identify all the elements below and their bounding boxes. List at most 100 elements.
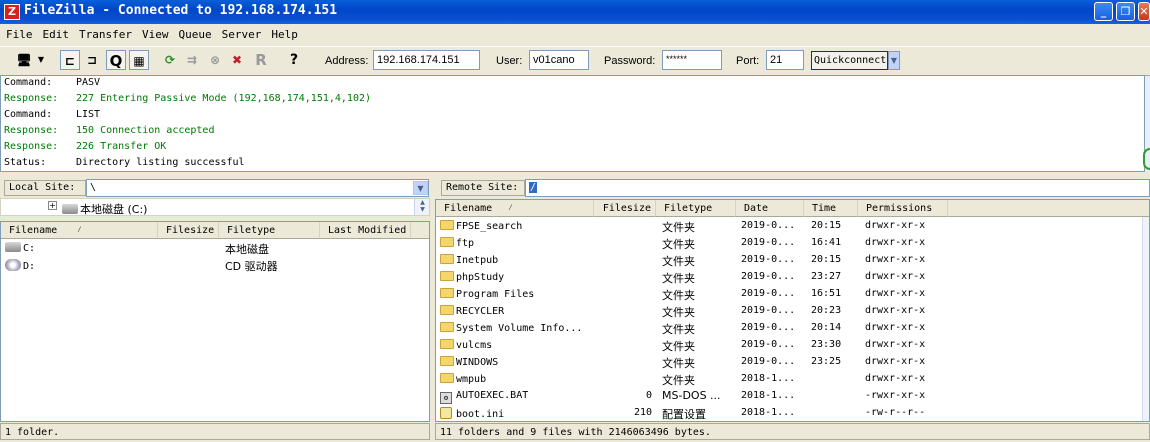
- process-queue-icon[interactable]: ⇉: [182, 50, 202, 70]
- restore-button[interactable]: ❐: [1116, 2, 1135, 21]
- reconnect-icon[interactable]: R: [251, 50, 271, 70]
- remote-col-permissions[interactable]: Permissions: [858, 200, 948, 217]
- menu-help[interactable]: Help: [265, 26, 302, 41]
- remote-permissions: drwxr-xr-x: [865, 220, 926, 231]
- remote-file-row[interactable]: Inetpub 文件夹 2019-0... 20:15 drwxr-xr-x: [436, 252, 1149, 269]
- menu-file[interactable]: File: [0, 26, 37, 41]
- user-field[interactable]: v01cano: [529, 50, 589, 70]
- remote-filename: vulcms: [456, 340, 493, 351]
- remote-col-date[interactable]: Date: [736, 200, 804, 217]
- menu-edit[interactable]: Edit: [37, 26, 74, 41]
- remote-filename: FPSE_search: [456, 221, 523, 232]
- local-tree: + 本地磁盘 (C:) ▲ ▼: [0, 198, 430, 216]
- remote-filename-cell: Inetpub: [440, 254, 592, 266]
- local-filetype: CD 驱动器: [225, 260, 278, 273]
- folder-icon: [440, 305, 454, 315]
- toggle-log-icon[interactable]: ⊏: [60, 50, 80, 70]
- remote-date: 2019-0...: [741, 305, 796, 316]
- local-path-dropdown-icon[interactable]: ▼: [413, 181, 428, 195]
- close-button[interactable]: ✕: [1138, 2, 1150, 21]
- remote-date: 2019-0...: [741, 271, 796, 282]
- remote-file-row[interactable]: System Volume Info... 文件夹 2019-0... 20:14 dr…: [436, 320, 1149, 337]
- user-label: User:: [496, 55, 523, 67]
- remote-file-row[interactable]: FPSE_search 文件夹 2019-0... 20:15 drwxr-xr-x: [436, 218, 1149, 235]
- password-field[interactable]: ******: [662, 50, 722, 70]
- log-text: PASV: [76, 77, 101, 88]
- tree-scroll-arrows-icon[interactable]: ▲ ▼: [414, 199, 429, 215]
- local-col-filesize[interactable]: Filesize: [158, 222, 219, 239]
- remote-filesize: 210: [633, 407, 652, 418]
- remote-file-row[interactable]: ⚙ AUTOEXEC.BAT 0 MS-DOS ... 2018-1... -rwxr-x…: [436, 388, 1149, 405]
- log-line: Command: PASV: [4, 77, 100, 88]
- remote-list-scrollbar[interactable]: [1142, 217, 1149, 421]
- remote-file-row[interactable]: Program Files 文件夹 2019-0... 16:51 drwxr-xr-x: [436, 286, 1149, 303]
- log-line: Status: Directory listing successful: [4, 157, 245, 168]
- local-col-filetype[interactable]: Filetype: [219, 222, 320, 239]
- remote-permissions: drwxr-xr-x: [865, 322, 926, 333]
- toggle-list-icon[interactable]: ▦: [129, 50, 149, 70]
- menu-transfer[interactable]: Transfer: [73, 26, 136, 41]
- remote-filename: RECYCLER: [456, 306, 505, 317]
- log-kind: Response:: [4, 141, 59, 152]
- remote-path-input[interactable]: /: [525, 179, 1150, 197]
- remote-filename-cell: phpStudy: [440, 271, 592, 283]
- local-path-input[interactable]: \: [86, 179, 429, 197]
- refresh-icon[interactable]: ⟳: [160, 50, 180, 70]
- local-col-last-modified[interactable]: Last Modified: [320, 222, 411, 239]
- menu-view[interactable]: View: [136, 26, 173, 41]
- remote-file-row[interactable]: WINDOWS 文件夹 2019-0... 23:25 drwxr-xr-x: [436, 354, 1149, 371]
- port-label: Port:: [736, 55, 760, 67]
- remote-filetype: MS-DOS ...: [662, 389, 721, 402]
- log-kind: Command:: [4, 109, 53, 120]
- log-text: Directory listing successful: [76, 157, 245, 168]
- remote-file-row[interactable]: wmpub 文件夹 2018-1... drwxr-xr-x: [436, 371, 1149, 388]
- help-icon[interactable]: ?: [284, 50, 304, 70]
- folder-icon: [440, 271, 454, 281]
- message-log: Command: PASV Response: 227 Entering Passiv…: [0, 75, 1145, 172]
- password-label: Password:: [604, 55, 656, 67]
- remote-filename: Program Files: [456, 289, 535, 300]
- quickconnect-dropdown-icon[interactable]: ▼: [888, 51, 900, 70]
- menu-queue[interactable]: Queue: [172, 26, 215, 41]
- remote-file-row[interactable]: vulcms 文件夹 2019-0... 23:30 drwxr-xr-x: [436, 337, 1149, 354]
- remote-time: 20:23: [811, 305, 842, 316]
- remote-file-row[interactable]: phpStudy 文件夹 2019-0... 23:27 drwxr-xr-x: [436, 269, 1149, 286]
- toggle-tree-icon[interactable]: ⊐: [82, 50, 102, 70]
- remote-col-filler: [948, 200, 1149, 217]
- log-kind: Response:: [4, 125, 59, 136]
- remote-file-row[interactable]: boot.ini 210 配置设置 2018-1... -rw-r--r--: [436, 405, 1149, 421]
- remote-filetype: 文件夹: [662, 374, 695, 387]
- remote-col-filetype[interactable]: Filetype: [656, 200, 736, 217]
- remote-permissions: drwxr-xr-x: [865, 254, 926, 265]
- remote-filename-cell: ftp: [440, 237, 592, 249]
- remote-col-time[interactable]: Time: [804, 200, 858, 217]
- log-line: Response: 226 Transfer OK: [4, 141, 166, 152]
- site-manager-icon[interactable]: 🖥: [14, 50, 34, 70]
- remote-time: 23:30: [811, 339, 842, 350]
- remote-file-row[interactable]: ftp 文件夹 2019-0... 16:41 drwxr-xr-x: [436, 235, 1149, 252]
- disconnect-icon[interactable]: ✖: [227, 50, 247, 70]
- menu-server[interactable]: Server: [216, 26, 266, 41]
- local-file-row[interactable]: C: 本地磁盘: [1, 240, 429, 257]
- remote-col-filesize[interactable]: Filesize: [594, 200, 656, 217]
- remote-filename-cell: boot.ini: [440, 407, 592, 420]
- local-filename-cell: C:: [5, 242, 155, 254]
- cancel-icon[interactable]: ⊗: [205, 50, 225, 70]
- quickconnect-button[interactable]: Quickconnect: [811, 51, 888, 70]
- remote-date: 2018-1...: [741, 390, 796, 401]
- remote-col-filename[interactable]: Filename ⁄: [436, 200, 594, 217]
- port-field[interactable]: 21: [766, 50, 804, 70]
- remote-file-row[interactable]: RECYCLER 文件夹 2019-0... 20:23 drwxr-xr-x: [436, 303, 1149, 320]
- local-file-row[interactable]: D: CD 驱动器: [1, 257, 429, 274]
- remote-filename: System Volume Info...: [456, 323, 583, 334]
- address-field[interactable]: 192.168.174.151: [373, 50, 480, 70]
- local-tree-item[interactable]: 本地磁盘 (C:): [62, 201, 147, 215]
- log-kind: Command:: [4, 77, 53, 88]
- minimize-button[interactable]: _: [1094, 2, 1113, 21]
- local-col-filler: [411, 222, 429, 239]
- toggle-queue-icon[interactable]: Q: [106, 50, 126, 70]
- remote-filetype: 文件夹: [662, 238, 695, 251]
- site-manager-dropdown-icon[interactable]: ▼: [35, 50, 47, 70]
- local-col-filename[interactable]: Filename ⁄: [1, 222, 158, 239]
- expand-icon[interactable]: +: [48, 201, 57, 210]
